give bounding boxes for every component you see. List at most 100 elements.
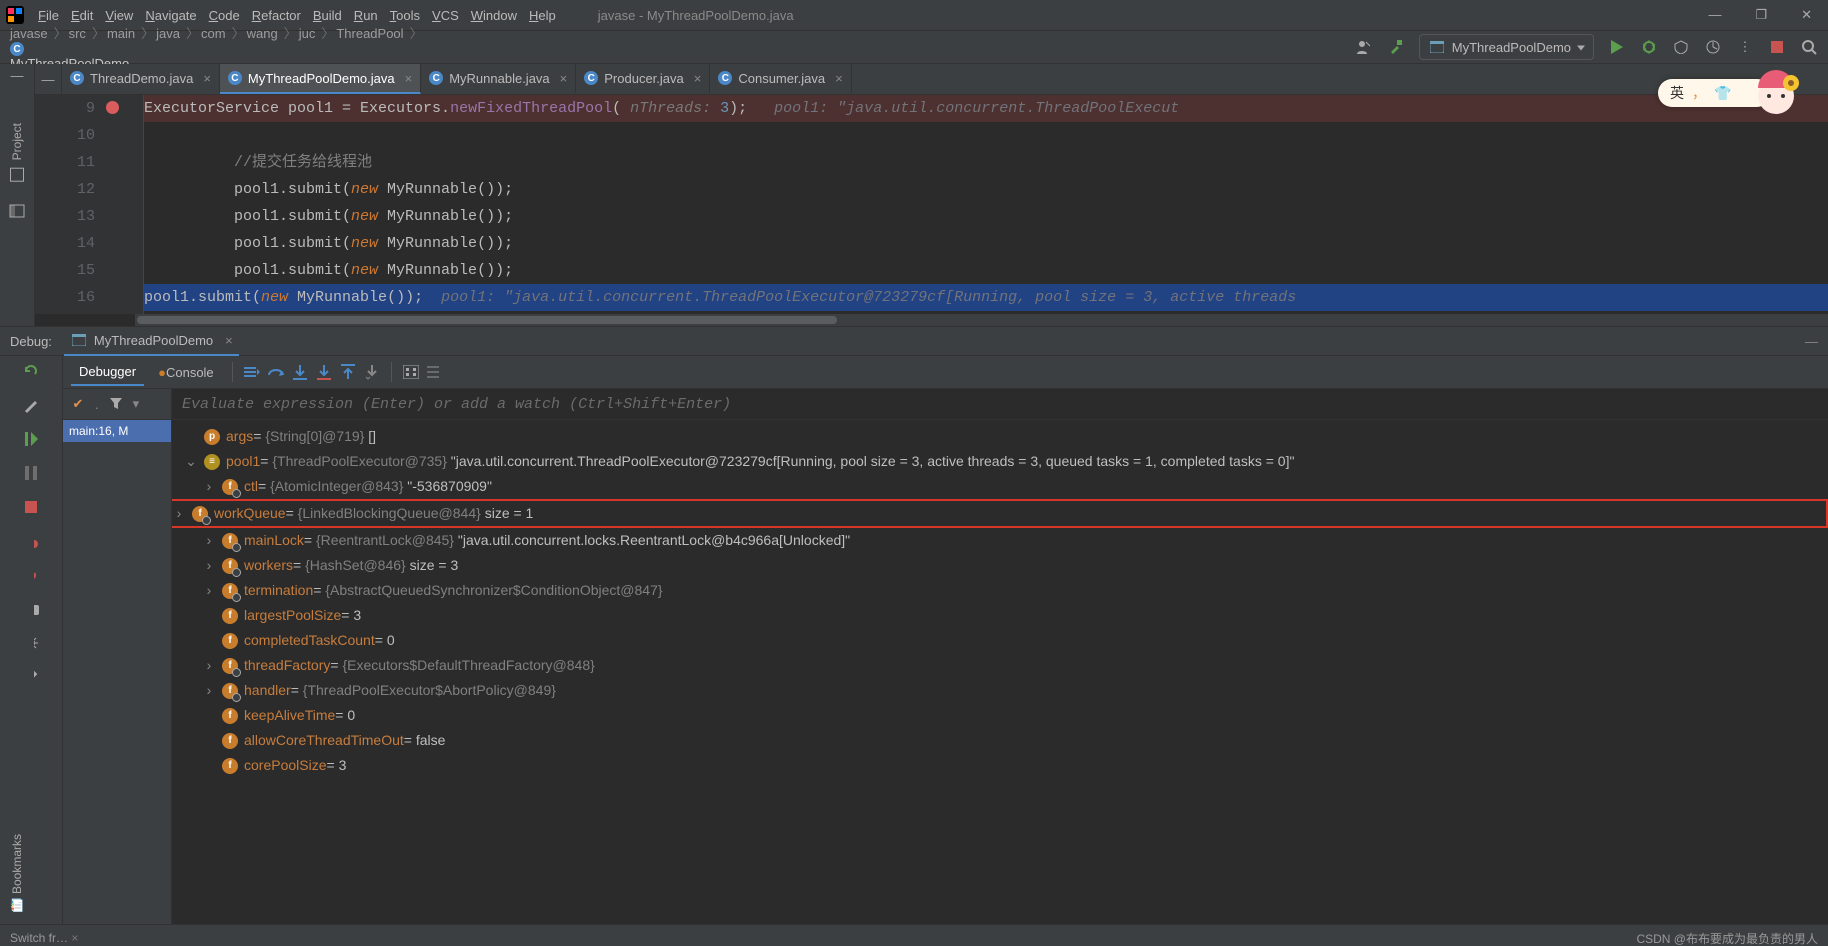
force-step-into-icon[interactable] <box>315 363 333 381</box>
var-name[interactable]: args <box>226 424 253 449</box>
variable-row[interactable]: ›fthreadFactory = {Executors$DefaultThre… <box>172 653 1828 678</box>
tree-twisty-icon[interactable]: › <box>202 474 216 499</box>
code-line[interactable]: pool1.submit(new MyRunnable()); <box>144 203 1828 230</box>
line-number[interactable]: 10 <box>35 122 95 149</box>
variable-row[interactable]: fkeepAliveTime = 0 <box>172 703 1828 728</box>
debug-icon[interactable] <box>1640 38 1658 56</box>
debugger-tab[interactable]: Debugger <box>71 359 144 386</box>
filter-icon[interactable] <box>107 395 125 413</box>
hide-icon[interactable]: ― <box>1805 334 1818 349</box>
close-icon[interactable]: × <box>203 71 211 86</box>
var-name[interactable]: workQueue <box>214 501 286 526</box>
var-name[interactable]: corePoolSize <box>244 753 327 778</box>
variable-row[interactable]: ›fworkQueue = {LinkedBlockingQueue@844} … <box>172 499 1828 528</box>
pause-icon[interactable] <box>22 464 40 482</box>
code-line[interactable] <box>144 122 1828 149</box>
more-run-icon[interactable]: ⋮ <box>1736 38 1754 56</box>
breadcrumb[interactable]: com <box>201 26 226 41</box>
var-name[interactable]: termination <box>244 578 313 603</box>
menu-window[interactable]: Window <box>471 8 517 23</box>
tree-twisty-icon[interactable]: › <box>202 528 216 553</box>
line-number[interactable]: 13 <box>35 203 95 230</box>
tabs-collapse-icon[interactable]: ― <box>35 64 62 94</box>
variable-row[interactable]: flargestPoolSize = 3 <box>172 603 1828 628</box>
variable-row[interactable]: ›fmainLock = {ReentrantLock@845} "java.u… <box>172 528 1828 553</box>
project-tool[interactable]: Project <box>10 123 24 182</box>
menu-navigate[interactable]: Navigate <box>145 8 196 23</box>
line-number[interactable]: 17 <box>35 311 95 314</box>
modify-run-icon[interactable] <box>22 396 40 414</box>
variable-row[interactable]: ⌄≡pool1 = {ThreadPoolExecutor@735} "java… <box>172 449 1828 474</box>
structure-icon[interactable] <box>8 202 26 220</box>
code-line[interactable]: pool1.submit(new MyRunnable()); <box>144 176 1828 203</box>
variable-row[interactable]: pargs = {String[0]@719} [] <box>172 424 1828 449</box>
menu-view[interactable]: View <box>105 8 133 23</box>
breadcrumb[interactable]: src <box>69 26 86 41</box>
code-line[interactable]: pool1.submit(new MyRunnable()); <box>144 257 1828 284</box>
line-number[interactable]: 14 <box>35 230 95 257</box>
code-line[interactable]: pool1.submit(new MyRunnable()); <box>144 230 1828 257</box>
debug-session-tab[interactable]: MyThreadPoolDemo × <box>64 326 239 356</box>
breadcrumb[interactable]: javase <box>10 26 48 41</box>
line-number[interactable]: 9 <box>35 95 95 122</box>
editor-tab[interactable]: CThreadDemo.java× <box>62 64 220 94</box>
search-everywhere-icon[interactable] <box>1800 38 1818 56</box>
close-icon[interactable]: × <box>225 333 233 348</box>
collapse-icon[interactable]: ― <box>11 68 24 83</box>
var-name[interactable]: mainLock <box>244 528 304 553</box>
console-tab[interactable]: ●Console <box>150 360 222 385</box>
close-icon[interactable]: × <box>835 71 843 86</box>
variable-row[interactable]: fcompletedTaskCount = 0 <box>172 628 1828 653</box>
step-into-icon[interactable] <box>291 363 309 381</box>
var-name[interactable]: allowCoreThreadTimeOut <box>244 728 404 753</box>
var-name[interactable]: ctl <box>244 474 258 499</box>
trace-icon[interactable] <box>426 363 444 381</box>
breadcrumb[interactable]: wang <box>247 26 278 41</box>
editor[interactable]: 91011121314151617 ExecutorService pool1 … <box>35 95 1828 314</box>
breakpoint-icon[interactable] <box>106 101 119 114</box>
line-number[interactable]: 15 <box>35 257 95 284</box>
breadcrumb[interactable]: main <box>107 26 135 41</box>
menu-edit[interactable]: Edit <box>71 8 93 23</box>
bookmarks-tool[interactable]: 📑 Bookmarks <box>10 834 24 912</box>
variable-row[interactable]: ›fctl = {AtomicInteger@843} "-536870909" <box>172 474 1828 499</box>
var-name[interactable]: largestPoolSize <box>244 603 341 628</box>
close-window-icon[interactable]: ✕ <box>1801 7 1812 23</box>
var-name[interactable]: workers <box>244 553 293 578</box>
status-left[interactable]: Switch fr… × <box>10 931 78 945</box>
minimize-icon[interactable]: ― <box>1708 7 1721 23</box>
menu-run[interactable]: Run <box>354 8 378 23</box>
var-name[interactable]: completedTaskCount <box>244 628 375 653</box>
variable-row[interactable]: ›ftermination = {AbstractQueuedSynchroni… <box>172 578 1828 603</box>
horizontal-scrollbar[interactable] <box>135 314 1828 326</box>
evaluate-input[interactable]: Evaluate expression (Enter) or add a wat… <box>172 389 1828 420</box>
step-out-icon[interactable] <box>339 363 357 381</box>
tree-twisty-icon[interactable]: › <box>172 501 186 526</box>
maximize-icon[interactable]: ❐ <box>1755 7 1767 23</box>
tree-twisty-icon[interactable]: › <box>202 678 216 703</box>
editor-tab[interactable]: CMyThreadPoolDemo.java× <box>220 64 421 94</box>
tree-twisty-icon[interactable]: › <box>202 553 216 578</box>
menu-vcs[interactable]: VCS <box>432 8 459 23</box>
tree-twisty-icon[interactable]: ⌄ <box>184 449 198 474</box>
rerun-icon[interactable] <box>22 362 40 380</box>
breadcrumb[interactable]: java <box>156 26 180 41</box>
menu-tools[interactable]: Tools <box>390 8 420 23</box>
variable-row[interactable]: fallowCoreThreadTimeOut = false <box>172 728 1828 753</box>
run-icon[interactable] <box>1608 38 1626 56</box>
build-hammer-icon[interactable] <box>1387 38 1405 56</box>
run-config-selector[interactable]: MyThreadPoolDemo <box>1419 34 1594 60</box>
close-icon[interactable]: × <box>694 71 702 86</box>
line-number[interactable]: 11 <box>35 149 95 176</box>
variable-row[interactable]: ›fhandler = {ThreadPoolExecutor$AbortPol… <box>172 678 1828 703</box>
var-name[interactable]: pool1 <box>226 449 260 474</box>
stop-icon[interactable] <box>1768 38 1786 56</box>
tree-twisty-icon[interactable]: › <box>202 653 216 678</box>
menu-build[interactable]: Build <box>313 8 342 23</box>
line-number[interactable]: 16 <box>35 284 95 311</box>
user-icon[interactable] <box>1355 38 1373 56</box>
coverage-icon[interactable] <box>1672 38 1690 56</box>
check-icon[interactable]: ✔ <box>69 395 87 413</box>
var-name[interactable]: threadFactory <box>244 653 330 678</box>
stack-frame[interactable]: main:16, M <box>63 420 171 442</box>
